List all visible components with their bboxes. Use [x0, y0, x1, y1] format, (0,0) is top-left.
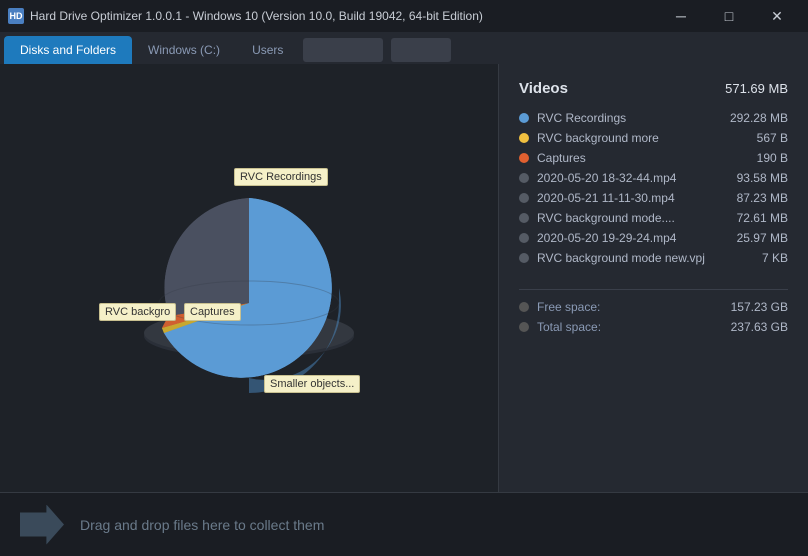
drop-arrow-icon	[20, 505, 64, 545]
list-item: RVC background more 567 B	[519, 131, 788, 145]
tab-bar: Disks and Folders Windows (C:) Users	[0, 32, 808, 64]
title-bar-controls: ─ □ ✕	[658, 0, 800, 32]
right-panel: Videos 571.69 MB RVC Recordings 292.28 MB…	[498, 64, 808, 492]
item-color-dot	[519, 173, 529, 183]
free-space-dot	[519, 302, 529, 312]
item-size: 7 KB	[762, 251, 788, 265]
item-color-dot	[519, 113, 529, 123]
item-size: 72.61 MB	[737, 211, 788, 225]
list-item: RVC background mode.... 72.61 MB	[519, 211, 788, 225]
tab-placeholder-1	[303, 38, 383, 62]
item-name: 2020-05-21 11-11-30.mp4	[537, 191, 729, 205]
item-name: RVC background more	[537, 131, 749, 145]
free-space-label: Free space:	[537, 300, 723, 314]
free-space-item: Free space: 157.23 GB	[519, 300, 788, 314]
list-item: 2020-05-20 18-32-44.mp4 93.58 MB	[519, 171, 788, 185]
item-name: 2020-05-20 19-29-24.mp4	[537, 231, 729, 245]
label-captures: Captures	[184, 303, 241, 321]
total-space-dot	[519, 322, 529, 332]
maximize-button[interactable]: □	[706, 0, 752, 32]
section-header: Videos 571.69 MB	[519, 80, 788, 97]
item-size: 25.97 MB	[737, 231, 788, 245]
item-color-dot	[519, 233, 529, 243]
tab-windows-c[interactable]: Windows (C:)	[132, 36, 236, 64]
section-total-size: 571.69 MB	[725, 81, 788, 96]
list-item: RVC background mode new.vpj 7 KB	[519, 251, 788, 265]
item-size: 190 B	[757, 151, 788, 165]
list-item: 2020-05-20 19-29-24.mp4 25.97 MB	[519, 231, 788, 245]
label-smaller: Smaller objects...	[264, 375, 360, 393]
close-button[interactable]: ✕	[754, 0, 800, 32]
item-name: RVC background mode....	[537, 211, 729, 225]
item-size: 93.58 MB	[737, 171, 788, 185]
item-size: 292.28 MB	[730, 111, 788, 125]
total-space-item: Total space: 237.63 GB	[519, 320, 788, 334]
drop-zone[interactable]: Drag and drop files here to collect them	[0, 492, 808, 556]
chart-container: RVC Recordings RVC backgro Captures Smal…	[89, 138, 409, 418]
list-item: 2020-05-21 11-11-30.mp4 87.23 MB	[519, 191, 788, 205]
item-size: 87.23 MB	[737, 191, 788, 205]
section-title: Videos	[519, 80, 568, 97]
item-name: RVC background mode new.vpj	[537, 251, 754, 265]
left-panel: RVC Recordings RVC backgro Captures Smal…	[0, 64, 498, 492]
item-color-dot	[519, 193, 529, 203]
item-color-dot	[519, 253, 529, 263]
item-name: Captures	[537, 151, 749, 165]
item-name: RVC Recordings	[537, 111, 722, 125]
item-list: RVC Recordings 292.28 MB RVC background mo…	[519, 111, 788, 265]
item-name: 2020-05-20 18-32-44.mp4	[537, 171, 729, 185]
title-bar-left: HD Hard Drive Optimizer 1.0.0.1 - Window…	[8, 8, 483, 24]
item-color-dot	[519, 133, 529, 143]
tab-users[interactable]: Users	[236, 36, 299, 64]
title-bar: HD Hard Drive Optimizer 1.0.0.1 - Window…	[0, 0, 808, 32]
drop-zone-text: Drag and drop files here to collect them	[80, 517, 324, 533]
item-color-dot	[519, 213, 529, 223]
list-item: RVC Recordings 292.28 MB	[519, 111, 788, 125]
label-rvc-recordings: RVC Recordings	[234, 168, 328, 186]
divider	[519, 289, 788, 290]
free-space-size: 157.23 GB	[731, 300, 788, 314]
tab-placeholder-2	[391, 38, 451, 62]
list-item: Captures 190 B	[519, 151, 788, 165]
app-icon: HD	[8, 8, 24, 24]
item-color-dot	[519, 153, 529, 163]
pie-chart	[119, 158, 379, 398]
label-rvc-background: RVC backgro	[99, 303, 176, 321]
tab-disks-and-folders[interactable]: Disks and Folders	[4, 36, 132, 64]
minimize-button[interactable]: ─	[658, 0, 704, 32]
main-content: RVC Recordings RVC backgro Captures Smal…	[0, 64, 808, 492]
item-size: 567 B	[757, 131, 788, 145]
total-space-label: Total space:	[537, 320, 723, 334]
title-bar-text: Hard Drive Optimizer 1.0.0.1 - Windows 1…	[30, 9, 483, 23]
total-space-size: 237.63 GB	[731, 320, 788, 334]
